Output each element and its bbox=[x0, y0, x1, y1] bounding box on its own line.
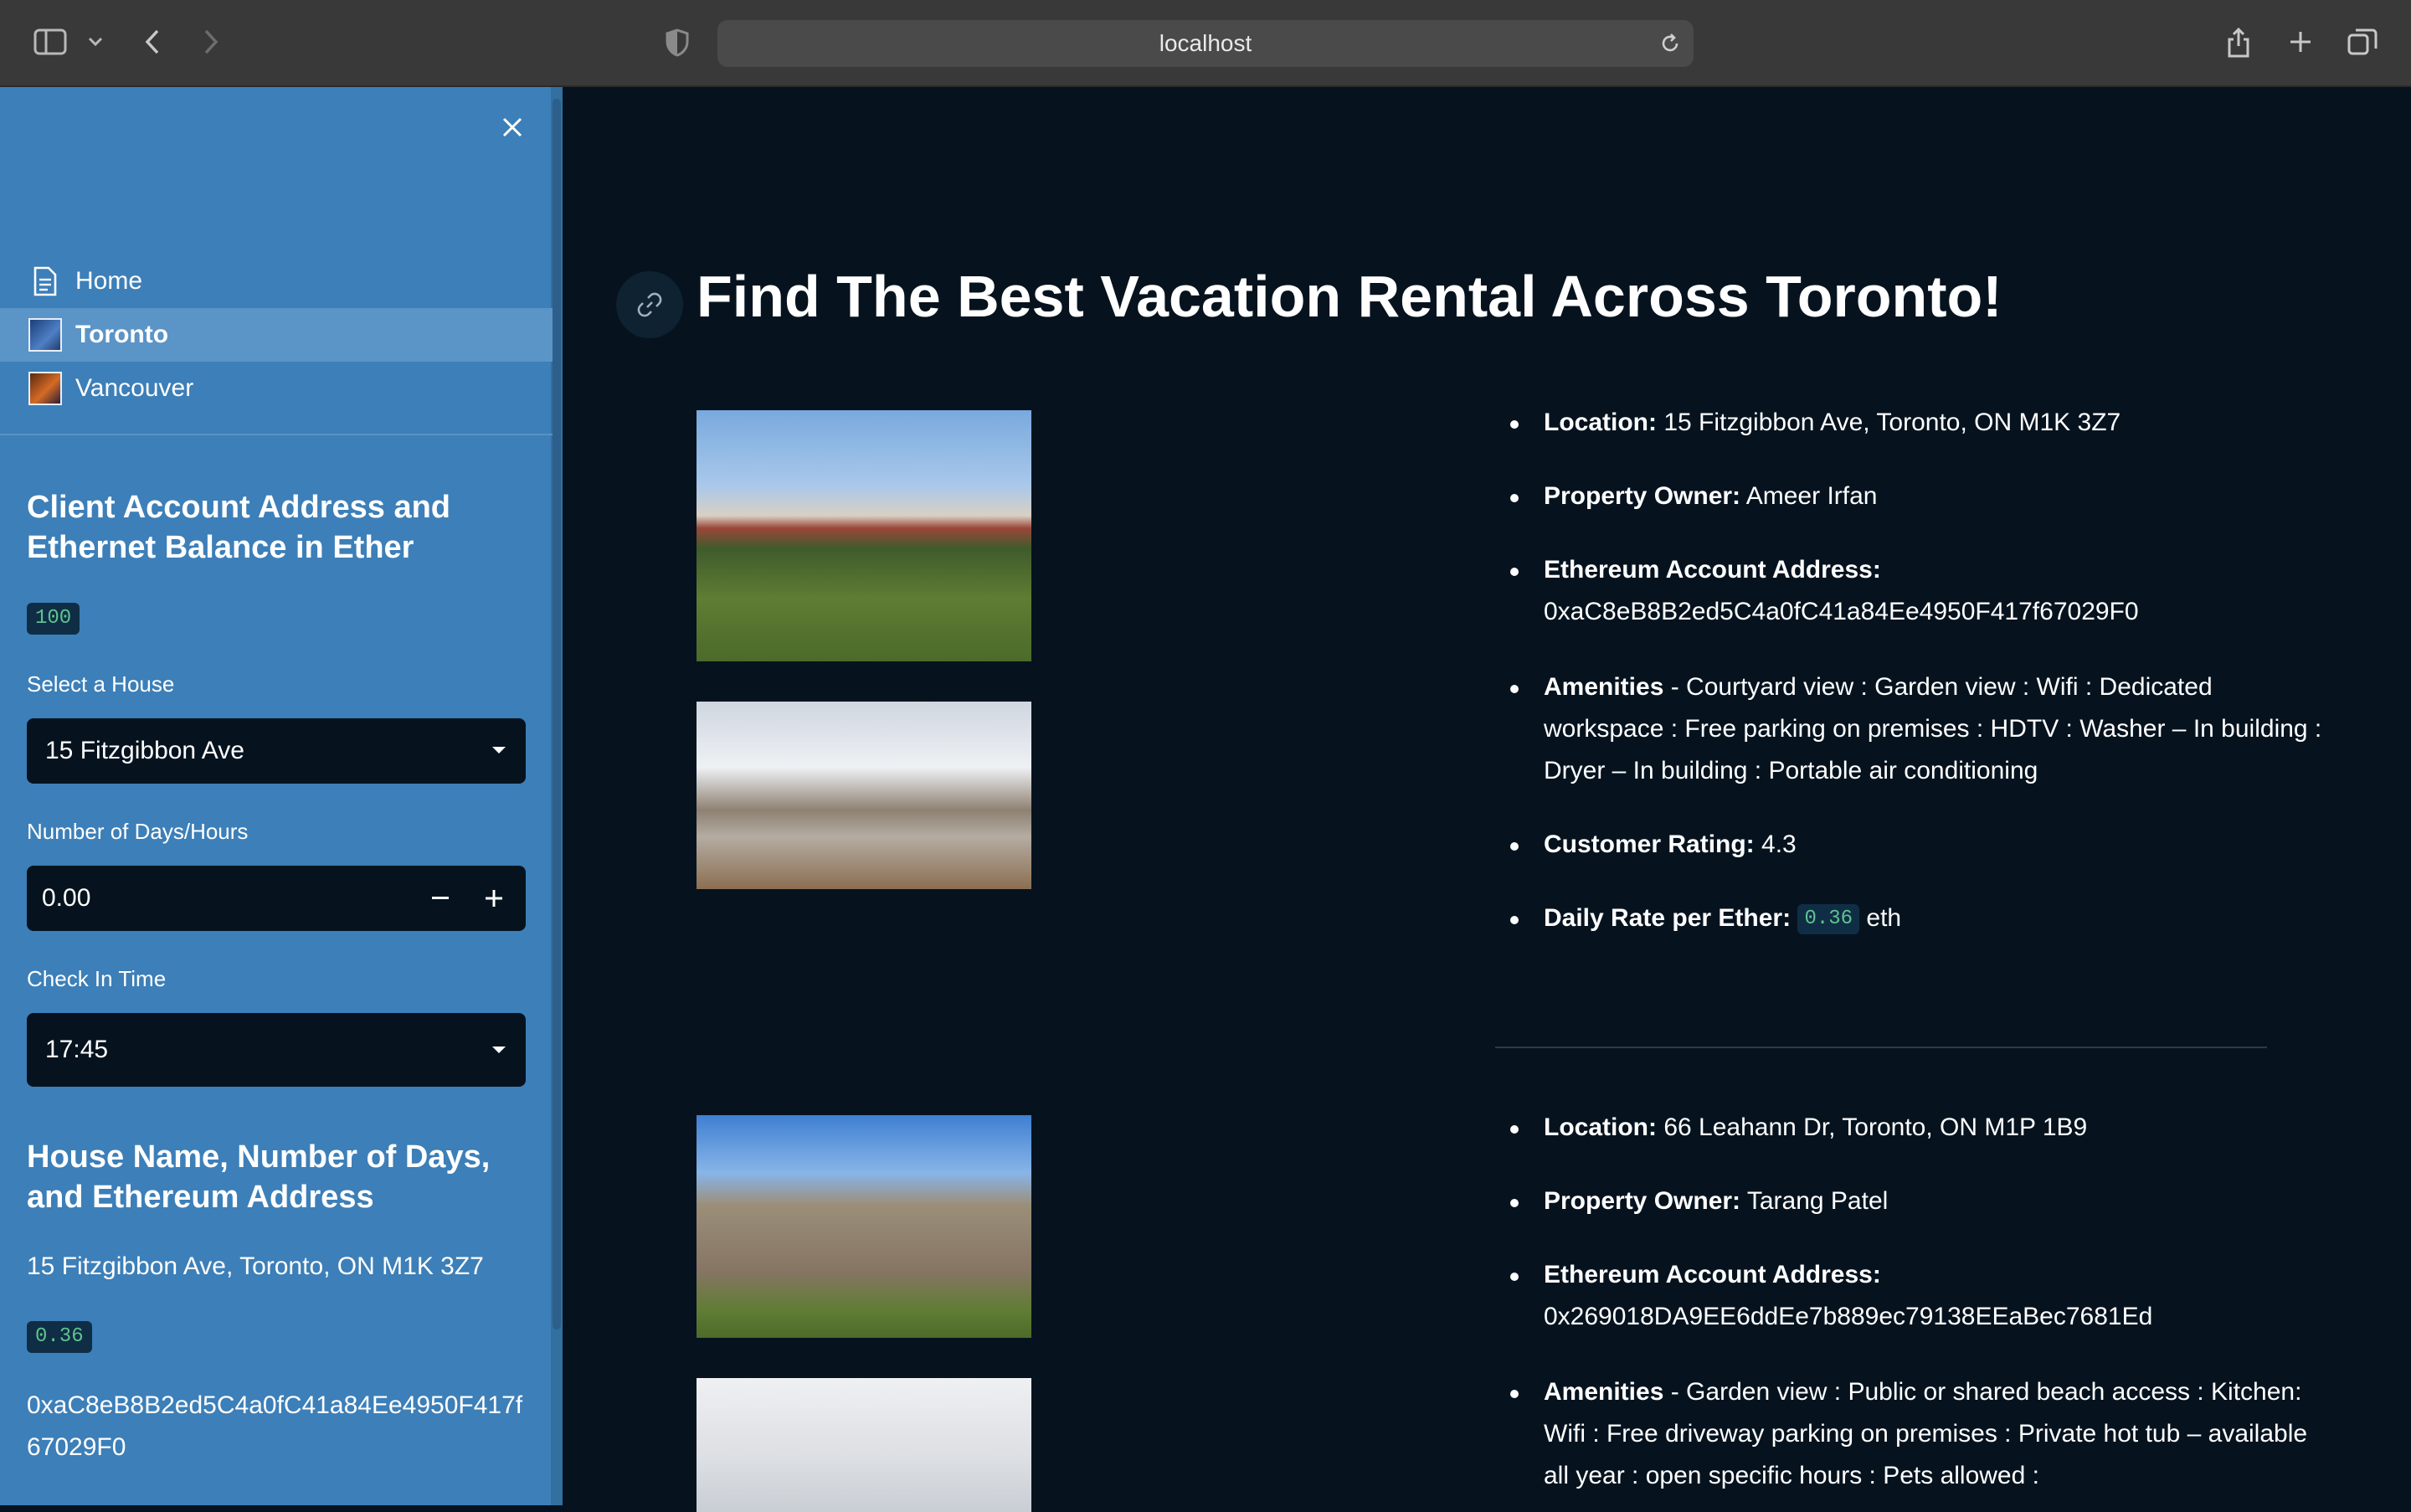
listing-divider bbox=[1495, 1047, 2267, 1048]
rate-unit: eth bbox=[1866, 904, 1902, 932]
checkin-time-dropdown[interactable]: 17:45 bbox=[27, 1013, 526, 1087]
list-item: Daily Rate per Ether: 0.36 eth bbox=[1510, 897, 2331, 939]
chevron-down-icon bbox=[492, 1047, 506, 1053]
plus-icon bbox=[486, 890, 502, 907]
list-item: Amenities - Courtyard view : Garden view… bbox=[1510, 666, 2331, 792]
listing-1-exterior-photo bbox=[697, 410, 1031, 661]
amenities-label: Amenities bbox=[1544, 673, 1664, 701]
rate-label: Daily Rate per Ether: bbox=[1544, 904, 1792, 932]
eth-address-value: 0x269018DA9EE6ddEe7b889ec79138EEaBec7681… bbox=[1544, 1303, 2153, 1330]
heading-anchor-link[interactable] bbox=[616, 271, 683, 338]
owner-value: Ameer Irfan bbox=[1745, 482, 1878, 510]
back-arrow-icon[interactable] bbox=[139, 25, 166, 59]
eth-address-value: 0xaC8eB8B2ed5C4a0fC41a84Ee4950F417f67029… bbox=[1544, 598, 2139, 625]
chevron-down-icon[interactable] bbox=[84, 30, 107, 54]
sidebar-scrollbar-thumb[interactable] bbox=[553, 99, 561, 1329]
browser-toolbar: localhost bbox=[0, 0, 2411, 87]
days-label: Number of Days/Hours bbox=[27, 819, 249, 844]
listing-2-interior-photo bbox=[697, 1378, 1031, 1512]
eth-label: Ethereum Account Address: bbox=[1544, 556, 1881, 584]
sidebar: Home Toronto Vancouver Client Account Ad… bbox=[0, 87, 563, 1505]
minus-icon bbox=[432, 897, 449, 899]
list-item: Location: 66 Leahann Dr, Toronto, ON M1P… bbox=[1510, 1107, 2331, 1149]
balance-heading: Client Account Address and Ethernet Bala… bbox=[27, 490, 451, 565]
list-item: Ethereum Account Address: 0xaC8eB8B2ed5C4… bbox=[1510, 549, 2331, 633]
location-value: 15 Fitzgibbon Ave, Toronto, ON M1K 3Z7 bbox=[1663, 409, 2121, 436]
reload-icon[interactable] bbox=[1658, 32, 1682, 55]
list-item: Customer Rating: 4.3 bbox=[1510, 824, 2331, 866]
main-content: Find The Best Vacation Rental Across Tor… bbox=[563, 87, 2411, 1512]
sidebar-toggle-icon[interactable] bbox=[32, 27, 69, 57]
address-bar[interactable]: localhost bbox=[717, 20, 1694, 67]
owner-value: Tarang Patel bbox=[1746, 1187, 1889, 1215]
close-icon bbox=[502, 117, 522, 137]
toronto-thumbnail-icon bbox=[28, 318, 62, 352]
sidebar-item-vancouver[interactable]: Vancouver bbox=[0, 362, 553, 415]
document-icon bbox=[28, 265, 62, 298]
checkin-label: Check In Time bbox=[27, 966, 167, 991]
owner-label: Property Owner: bbox=[1544, 1187, 1741, 1215]
owner-label: Property Owner: bbox=[1544, 482, 1741, 510]
increment-button[interactable] bbox=[467, 866, 521, 931]
privacy-shield-icon[interactable] bbox=[663, 27, 691, 59]
select-house-label: Select a House bbox=[27, 671, 175, 697]
link-icon bbox=[637, 292, 662, 317]
list-item: Location: 15 Fitzgibbon Ave, Toronto, ON… bbox=[1510, 402, 2331, 444]
rate-badge: 0.36 bbox=[1797, 904, 1860, 935]
share-icon[interactable] bbox=[2222, 23, 2255, 62]
eth-label: Ethereum Account Address: bbox=[1544, 1261, 1881, 1288]
summary-heading: House Name, Number of Days, and Ethereum… bbox=[27, 1139, 491, 1215]
decrement-button[interactable] bbox=[414, 866, 467, 931]
location-label: Location: bbox=[1544, 1113, 1657, 1141]
sidebar-item-label: Home bbox=[75, 267, 143, 295]
rating-label: Customer Rating: bbox=[1544, 831, 1755, 858]
list-item: Ethereum Account Address: 0x269018DA9EE6d… bbox=[1510, 1254, 2331, 1338]
listing-1-interior-photo bbox=[697, 702, 1031, 889]
rating-value: 4.3 bbox=[1761, 831, 1797, 858]
list-item: Property Owner: Ameer Irfan bbox=[1510, 476, 2331, 517]
forward-arrow-icon[interactable] bbox=[198, 25, 224, 59]
days-number-input[interactable]: 0.00 bbox=[27, 866, 526, 931]
new-tab-plus-icon[interactable] bbox=[2284, 25, 2317, 59]
listing-2-exterior-photo bbox=[697, 1115, 1031, 1338]
balance-value-badge: 100 bbox=[27, 603, 80, 635]
sidebar-item-toronto[interactable]: Toronto bbox=[0, 308, 553, 362]
amenities-label: Amenities bbox=[1544, 1378, 1664, 1406]
summary-eth-address: 0xaC8eB8B2ed5C4a0fC41a84Ee4950F417f67029… bbox=[27, 1391, 523, 1461]
summary-address: 15 Fitzgibbon Ave, Toronto, ON M1K 3Z7 bbox=[27, 1252, 484, 1280]
page-title: Find The Best Vacation Rental Across Tor… bbox=[697, 264, 2002, 329]
location-label: Location: bbox=[1544, 409, 1657, 436]
close-sidebar-button[interactable] bbox=[494, 109, 531, 146]
sidebar-divider bbox=[0, 434, 553, 435]
list-item: Property Owner: Tarang Patel bbox=[1510, 1180, 2331, 1222]
vancouver-thumbnail-icon bbox=[28, 372, 62, 405]
sidebar-item-label: Toronto bbox=[75, 321, 169, 348]
tab-overview-icon[interactable] bbox=[2346, 25, 2379, 59]
chevron-down-icon bbox=[492, 747, 506, 753]
list-item: Amenities - Garden view : Public or shar… bbox=[1510, 1371, 2331, 1497]
select-house-dropdown[interactable]: 15 Fitzgibbon Ave bbox=[27, 718, 526, 784]
sidebar-item-home[interactable]: Home bbox=[0, 255, 553, 308]
days-value[interactable]: 0.00 bbox=[42, 866, 90, 931]
location-value: 66 Leahann Dr, Toronto, ON M1P 1B9 bbox=[1663, 1113, 2088, 1141]
sidebar-item-label: Vancouver bbox=[75, 374, 194, 402]
select-house-value: 15 Fitzgibbon Ave bbox=[45, 737, 244, 764]
sidebar-nav: Home Toronto Vancouver bbox=[0, 255, 553, 415]
url-text: localhost bbox=[1159, 30, 1252, 56]
summary-rate-badge: 0.36 bbox=[27, 1321, 92, 1353]
checkin-time-value: 17:45 bbox=[45, 1036, 109, 1063]
